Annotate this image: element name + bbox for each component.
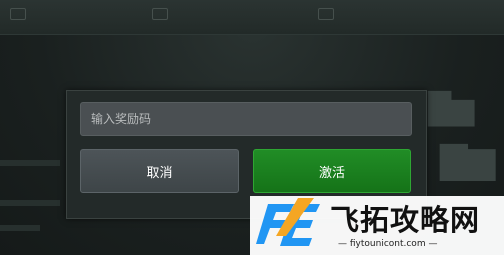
background-icon [152,8,168,20]
background-icon [10,8,26,20]
activate-button-label: 激活 [318,165,345,181]
watermark-subtitle: — fiytounicont.com — [338,239,438,249]
background-line [0,225,40,231]
background-line [0,200,60,206]
reward-code-input[interactable] [80,102,412,136]
background-top-bar [0,0,504,35]
background-glyph: ▇▆ [440,140,496,181]
watermark-title: 飞拓攻略网 [330,203,481,237]
background-glyph: █▆ [428,92,475,127]
watermark-logo-icon [256,198,320,246]
background-line [0,160,60,166]
cancel-button[interactable]: 取消 [80,149,239,193]
cancel-button-label: 取消 [146,165,173,181]
watermark-url: fiytounicont.com [349,239,426,249]
activate-button[interactable]: 激活 [253,149,411,193]
background-icon [318,8,334,20]
